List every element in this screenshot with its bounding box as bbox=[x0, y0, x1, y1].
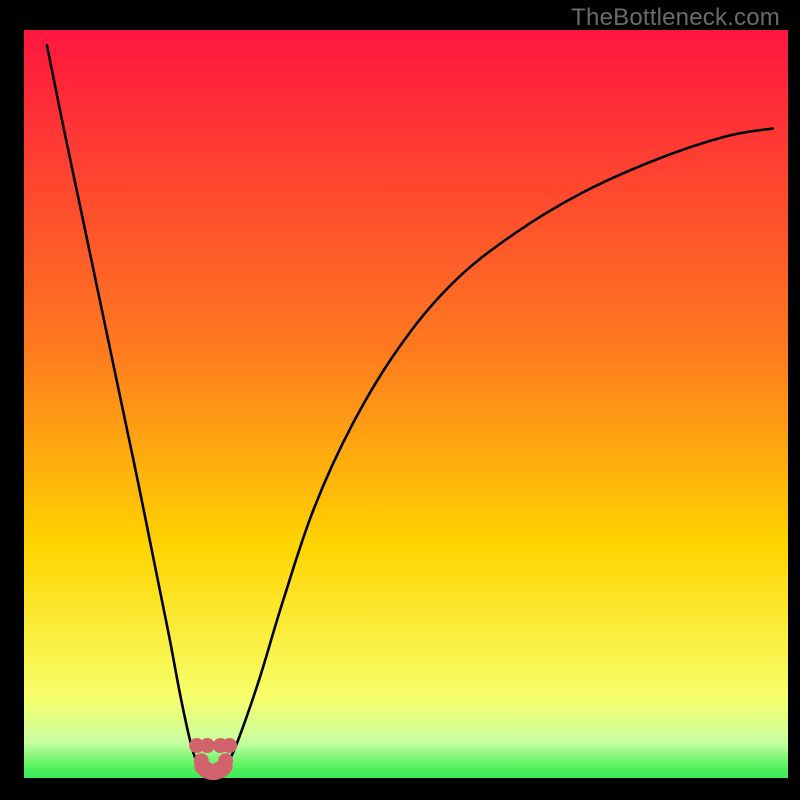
bottom-black-strip bbox=[24, 778, 788, 790]
valley-marker-dot bbox=[222, 738, 237, 753]
bottleneck-chart bbox=[0, 0, 800, 800]
valley-marker-dot bbox=[200, 738, 215, 753]
chart-stage: TheBottleneck.com bbox=[0, 0, 800, 800]
watermark-text: TheBottleneck.com bbox=[571, 4, 780, 32]
valley-marker-dot bbox=[218, 753, 233, 768]
plot-background bbox=[24, 30, 788, 788]
